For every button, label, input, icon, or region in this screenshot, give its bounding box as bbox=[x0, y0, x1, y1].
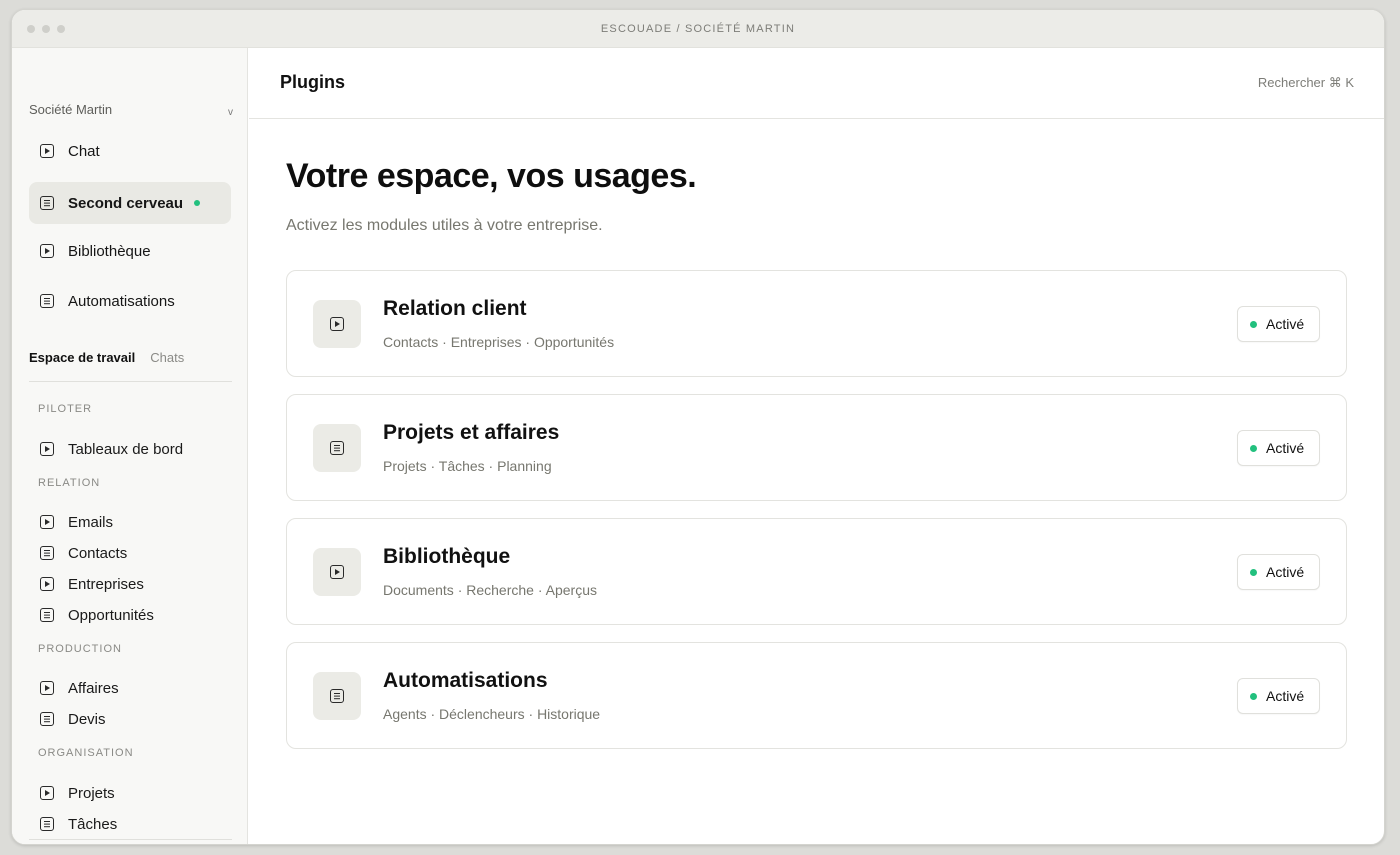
sidebar-tabs: Espace de travail Chats bbox=[29, 350, 232, 382]
status-dot bbox=[1250, 444, 1257, 452]
sidebar-item-label: Contacts bbox=[68, 544, 128, 562]
status-label: Activé bbox=[1266, 564, 1305, 580]
play-square-icon bbox=[40, 681, 54, 695]
document-icon bbox=[40, 196, 54, 210]
plugin-title: Projets et affaires bbox=[383, 421, 560, 444]
plugin-subtitle: Agents · Déclencheurs · Historique bbox=[383, 706, 601, 722]
sidebar-item-label: Devis bbox=[68, 710, 106, 728]
page-title: Plugins bbox=[280, 72, 346, 92]
section-label-relation: RELATION bbox=[38, 477, 101, 489]
tab-chats[interactable]: Chats bbox=[150, 350, 184, 381]
document-icon bbox=[40, 712, 54, 726]
status-label: Activé bbox=[1266, 440, 1305, 456]
play-square-icon bbox=[40, 515, 54, 529]
plugin-title: Bibliothèque bbox=[383, 545, 511, 568]
play-square-icon bbox=[40, 577, 54, 591]
play-square-icon bbox=[330, 317, 344, 331]
document-icon bbox=[40, 608, 54, 622]
sidebar-item-projets[interactable]: Projets bbox=[40, 782, 115, 804]
play-square-icon bbox=[330, 565, 344, 579]
plugin-subtitle: Documents · Recherche · Aperçus bbox=[383, 582, 597, 598]
section-label-production: PRODUCTION bbox=[38, 643, 122, 655]
tab-espace-de-travail[interactable]: Espace de travail bbox=[29, 350, 135, 381]
plugin-subtitle: Projets · Tâches · Planning bbox=[383, 458, 552, 474]
status-badge[interactable]: Activé bbox=[1237, 554, 1320, 590]
nav-item-label: Second cerveau bbox=[68, 194, 184, 212]
plugin-subtitle: Contacts · Entreprises · Opportunités bbox=[383, 334, 615, 350]
play-square-icon bbox=[40, 144, 54, 158]
nav-item-label: Chat bbox=[68, 142, 100, 160]
app-window: ESCOUADE / SOCIÉTÉ MARTIN Société Martin… bbox=[11, 9, 1385, 845]
sidebar-item-tableaux-de-bord[interactable]: Tableaux de bord bbox=[40, 438, 183, 460]
nav-item-automatisations[interactable]: Automatisations bbox=[29, 280, 231, 322]
sidebar-item-label: Tableaux de bord bbox=[68, 440, 184, 458]
section-label-piloter: PILOTER bbox=[38, 403, 93, 415]
status-badge[interactable]: Activé bbox=[1237, 306, 1320, 342]
play-square-icon bbox=[40, 786, 54, 800]
sidebar-item-devis[interactable]: Devis bbox=[40, 708, 106, 730]
status-dot bbox=[1250, 692, 1257, 700]
status-dot bbox=[194, 200, 201, 206]
sidebar-item-label: Entreprises bbox=[68, 575, 144, 593]
sidebar-item-label: Projets bbox=[68, 784, 115, 802]
plugin-icon-tile bbox=[313, 672, 361, 720]
status-label: Activé bbox=[1266, 688, 1305, 704]
plugin-title: Automatisations bbox=[383, 669, 548, 692]
sidebar-item-entreprises[interactable]: Entreprises bbox=[40, 573, 144, 595]
document-icon bbox=[40, 294, 54, 308]
plugin-card-relation-client[interactable]: Relation client Contacts · Entreprises ·… bbox=[286, 270, 1347, 377]
status-badge[interactable]: Activé bbox=[1237, 430, 1320, 466]
plugin-card-bibliotheque[interactable]: Bibliothèque Documents · Recherche · Ape… bbox=[286, 518, 1347, 625]
sidebar-item-label: Tâches bbox=[68, 815, 118, 833]
sidebar: Société Martin v Chat Second cerveau Bib… bbox=[12, 48, 248, 844]
search-shortcut[interactable]: Rechercher ⌘ K bbox=[1258, 75, 1354, 91]
title-bar: ESCOUADE / SOCIÉTÉ MARTIN bbox=[12, 10, 1384, 48]
main-subtitle: Activez les modules utiles à votre entre… bbox=[286, 217, 603, 234]
status-badge[interactable]: Activé bbox=[1237, 678, 1320, 714]
plugin-card-projets-et-affaires[interactable]: Projets et affaires Projets · Tâches · P… bbox=[286, 394, 1347, 501]
plugin-title: Relation client bbox=[383, 297, 527, 320]
plugin-icon-tile bbox=[313, 548, 361, 596]
sidebar-item-affaires[interactable]: Affaires bbox=[40, 677, 119, 699]
status-label: Activé bbox=[1266, 316, 1305, 332]
plugin-card-automatisations[interactable]: Automatisations Agents · Déclencheurs · … bbox=[286, 642, 1347, 749]
window-title: ESCOUADE / SOCIÉTÉ MARTIN bbox=[600, 23, 796, 35]
sidebar-item-label: Affaires bbox=[68, 679, 119, 697]
chevron-down-icon: v bbox=[228, 106, 233, 118]
sidebar-item-contacts[interactable]: Contacts bbox=[40, 542, 127, 564]
sidebar-item-taches[interactable]: Tâches bbox=[40, 813, 117, 835]
nav-item-label: Automatisations bbox=[68, 292, 175, 310]
workspace-name: Société Martin bbox=[29, 101, 113, 117]
play-square-icon bbox=[40, 244, 54, 258]
plugin-icon-tile bbox=[313, 300, 361, 348]
sidebar-item-label: Opportunités bbox=[68, 606, 154, 624]
main-heading: Votre espace, vos usages. bbox=[286, 157, 697, 195]
section-label-organisation: ORGANISATION bbox=[38, 747, 134, 759]
nav-item-label: Bibliothèque bbox=[68, 242, 151, 260]
plugin-icon-tile bbox=[313, 424, 361, 472]
nav-item-second-cerveau[interactable]: Second cerveau bbox=[29, 182, 231, 224]
nav-item-bibliotheque[interactable]: Bibliothèque bbox=[29, 230, 231, 272]
document-icon bbox=[330, 441, 344, 455]
sidebar-item-emails[interactable]: Emails bbox=[40, 511, 113, 533]
sidebar-item-label: Emails bbox=[68, 513, 114, 531]
sidebar-divider bbox=[29, 839, 232, 840]
document-icon bbox=[40, 817, 54, 831]
sidebar-item-opportunites[interactable]: Opportunités bbox=[40, 604, 154, 626]
workspace-switcher[interactable]: Société Martin v bbox=[29, 99, 233, 119]
play-square-icon bbox=[40, 442, 54, 456]
top-bar: Plugins Rechercher ⌘ K bbox=[249, 48, 1384, 119]
nav-item-chat[interactable]: Chat bbox=[29, 130, 231, 172]
status-dot bbox=[1250, 320, 1257, 328]
document-icon bbox=[40, 546, 54, 560]
status-dot bbox=[1250, 568, 1257, 576]
document-icon bbox=[330, 689, 344, 703]
